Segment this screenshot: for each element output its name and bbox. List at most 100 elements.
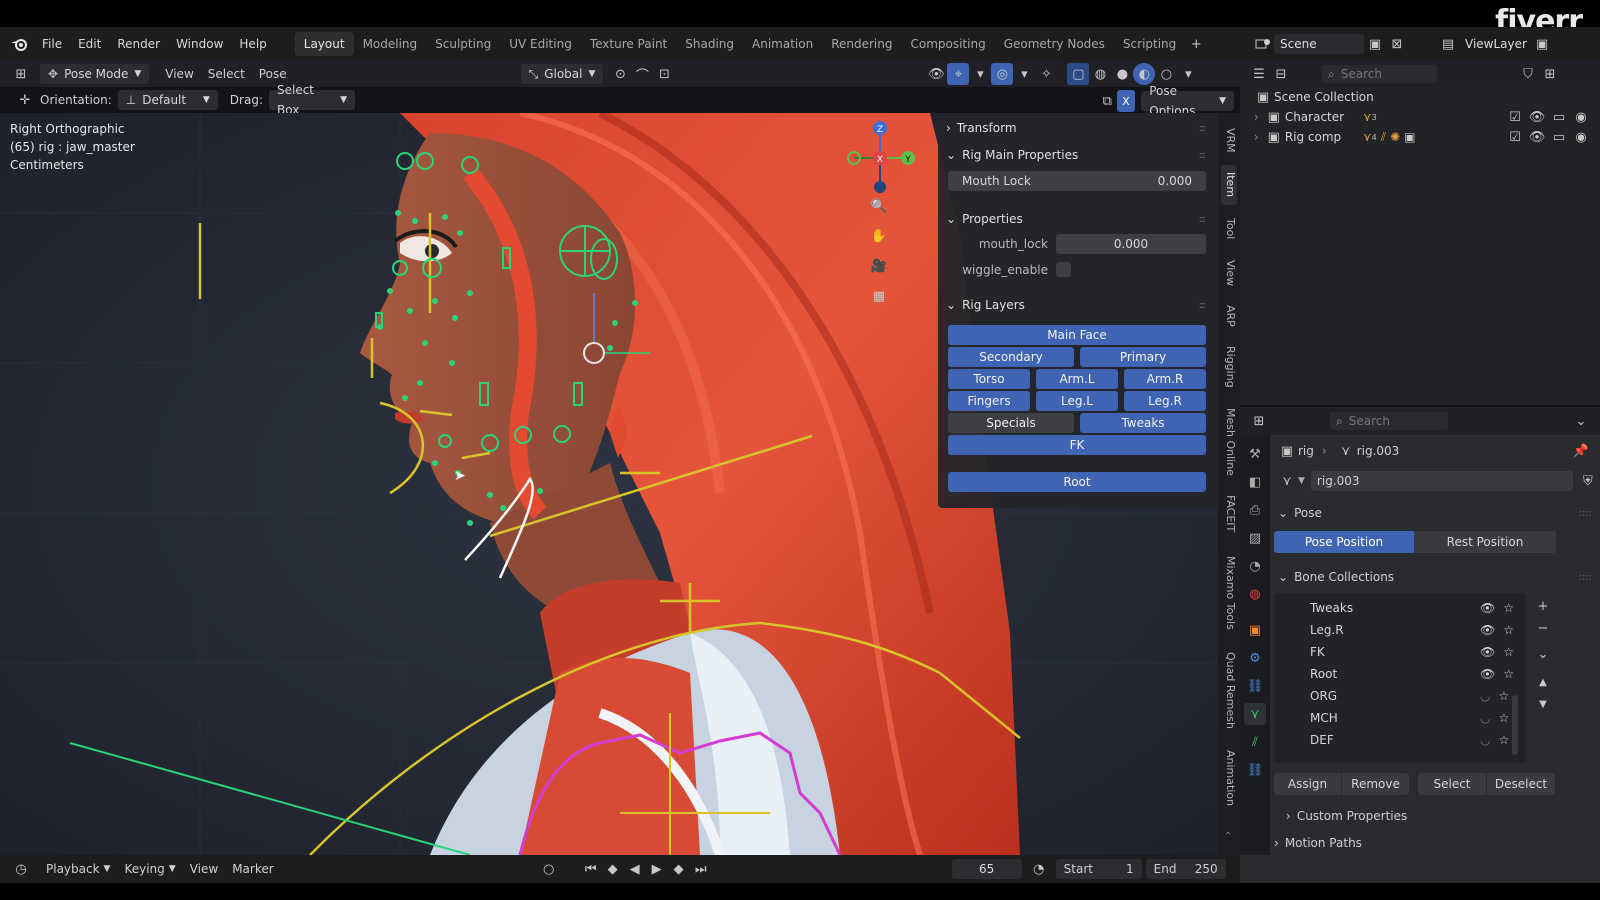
new-scene-icon[interactable]: ▣ xyxy=(1364,33,1386,55)
tab-texture-paint[interactable]: Texture Paint xyxy=(581,32,676,56)
pan-hand-icon[interactable]: ✋ xyxy=(868,225,890,247)
tab-animation[interactable]: Animation xyxy=(743,32,822,56)
display-mode-icon[interactable]: ⊟ xyxy=(1270,63,1292,85)
drag-grip-icon[interactable]: :::: xyxy=(1199,150,1207,161)
layer-leg-r-button[interactable]: Leg.R xyxy=(1124,391,1206,411)
star-icon[interactable]: ☆ xyxy=(1503,623,1514,637)
rest-position-button[interactable]: Rest Position xyxy=(1414,531,1556,553)
overlay-toggle-icon[interactable]: ◎ xyxy=(991,63,1014,85)
layer-main-face-button[interactable]: Main Face xyxy=(948,325,1206,345)
pin-icon[interactable]: 📌 xyxy=(1570,440,1592,462)
timeline-editor-icon[interactable]: ◷ xyxy=(10,858,32,880)
select-button[interactable]: Select xyxy=(1418,773,1486,795)
remove-icon[interactable]: − xyxy=(1532,617,1554,639)
visibility-icon[interactable]: 👁 xyxy=(925,63,947,85)
object-tab-icon[interactable]: ▣ xyxy=(1244,619,1266,641)
properties-editor-icon[interactable]: ⊞ xyxy=(1248,410,1270,432)
menu-playback[interactable]: Playback ▼ xyxy=(46,862,110,876)
armature-data-tab-icon[interactable]: ⋎ xyxy=(1244,703,1266,725)
remove-button[interactable]: Remove xyxy=(1342,773,1409,795)
properties-header[interactable]: ⌄ Properties :::: xyxy=(946,207,1210,231)
new-collection-icon[interactable]: ⊞ xyxy=(1539,63,1561,85)
list-item[interactable]: FK 👁 ☆ xyxy=(1310,645,1530,659)
list-scrollbar[interactable] xyxy=(1512,695,1518,755)
drag-grip-icon[interactable]: :::: xyxy=(1199,123,1207,134)
tab-sculpting[interactable]: Sculpting xyxy=(426,32,500,56)
list-item[interactable]: Tweaks 👁 ☆ xyxy=(1310,601,1530,615)
drag-grip-icon[interactable]: :::: xyxy=(1199,214,1207,225)
add-icon[interactable]: + xyxy=(1532,595,1554,617)
checkbox-icon[interactable]: ☑ xyxy=(1504,106,1526,128)
blender-logo-icon[interactable] xyxy=(8,33,30,55)
bone-overlay-icon[interactable]: ✧ xyxy=(1035,63,1057,85)
xray-icon[interactable]: ▢ xyxy=(1067,63,1090,85)
next-keyframe-icon[interactable]: ◆ xyxy=(668,858,690,880)
list-item[interactable]: Leg.R 👁 ☆ xyxy=(1310,623,1530,637)
menu-render[interactable]: Render xyxy=(109,27,168,61)
filter-icon[interactable]: ⛉ xyxy=(1517,63,1539,85)
mouth-lock-slider[interactable]: Mouth Lock 0.000 xyxy=(948,171,1206,191)
editor-type-icon[interactable]: ⊞ xyxy=(10,63,32,85)
bone-tab-icon[interactable]: ⫽ xyxy=(1244,731,1266,753)
scene-collection-row[interactable]: ▣ Scene Collection xyxy=(1240,87,1600,107)
bone-collections-header[interactable]: ⌄ Bone Collections :::: xyxy=(1270,565,1600,589)
tab-vrm[interactable]: VRM xyxy=(1221,121,1237,159)
armature-icon[interactable]: ⋎ xyxy=(1276,470,1298,492)
new-viewlayer-icon[interactable]: ▣ xyxy=(1531,33,1553,55)
output-tab-icon[interactable]: ⎙ xyxy=(1244,499,1266,521)
star-icon[interactable]: ☆ xyxy=(1503,645,1514,659)
tab-rigging[interactable]: Rigging xyxy=(1221,341,1237,393)
list-item[interactable]: MCH ◡ ☆ xyxy=(1310,711,1530,725)
deselect-button[interactable]: Deselect xyxy=(1487,773,1555,795)
eye-icon[interactable]: 👁 xyxy=(1480,623,1495,637)
transform-panel-header[interactable]: › Transform :::: xyxy=(946,116,1210,140)
eye-closed-icon[interactable]: ◡ xyxy=(1480,733,1490,747)
star-icon[interactable]: ☆ xyxy=(1503,601,1514,615)
star-icon[interactable]: ☆ xyxy=(1498,733,1509,747)
tab-animation-sidebar[interactable]: Animation xyxy=(1221,743,1237,813)
layer-torso-button[interactable]: Torso xyxy=(948,369,1030,389)
move-up-icon[interactable]: ▲ xyxy=(1532,671,1554,693)
outliner-editor-icon[interactable]: ☰ xyxy=(1248,63,1270,85)
pivot-point-icon[interactable]: ⊙ xyxy=(609,63,631,85)
end-frame-field[interactable]: End 250 xyxy=(1145,859,1226,879)
pose-panel-header[interactable]: ⌄ Pose :::: xyxy=(1270,501,1600,525)
record-icon[interactable]: ○ xyxy=(538,858,560,880)
pose-options-dropdown[interactable]: Pose Options ▼ xyxy=(1141,84,1234,118)
tab-layout[interactable]: Layout xyxy=(294,32,354,56)
eye-icon[interactable]: 👁 xyxy=(1480,601,1495,615)
clock-icon[interactable]: ◔ xyxy=(1028,858,1050,880)
menu-edit[interactable]: Edit xyxy=(70,27,109,61)
layer-specials-button[interactable]: Specials xyxy=(948,413,1074,433)
gizmo-dropdown-icon[interactable]: ▾ xyxy=(969,63,991,85)
motion-paths-header[interactable]: › Motion Paths xyxy=(1274,832,1362,854)
list-item[interactable]: ORG ◡ ☆ xyxy=(1310,689,1530,703)
bone-constraint-tab-icon[interactable]: ⛓ xyxy=(1244,759,1266,781)
tab-modeling[interactable]: Modeling xyxy=(354,32,427,56)
viewlayer-selector[interactable]: ▤ ViewLayer ▣ xyxy=(1437,32,1553,56)
menu-select[interactable]: Select xyxy=(208,67,245,81)
outliner-item-rig-comp[interactable]: › ▣ Rig comp ⋎ 4 ⫽ ✺ ▣ ☑ 👁 ▭ ◉ xyxy=(1240,127,1600,147)
eye-icon[interactable]: 👁 xyxy=(1480,667,1495,681)
gizmo-toggle-icon[interactable]: ⌖ xyxy=(947,63,970,85)
drag-grip-icon[interactable]: :::: xyxy=(1199,300,1207,311)
snap-icon[interactable]: ⌒ xyxy=(631,63,653,85)
drag-grip-icon[interactable]: :::: xyxy=(1579,572,1592,583)
pose-position-button[interactable]: Pose Position xyxy=(1274,531,1414,553)
prev-keyframe-icon[interactable]: ◆ xyxy=(602,858,624,880)
star-icon[interactable]: ☆ xyxy=(1503,667,1514,681)
layer-fingers-button[interactable]: Fingers xyxy=(948,391,1030,411)
world-tab-icon[interactable]: ◍ xyxy=(1244,583,1266,605)
start-frame-field[interactable]: Start 1 xyxy=(1055,859,1142,879)
list-item[interactable]: DEF ◡ ☆ xyxy=(1310,733,1530,747)
tab-scripting[interactable]: Scripting xyxy=(1114,32,1185,56)
eye-closed-icon[interactable]: ◡ xyxy=(1480,711,1490,725)
checkbox-icon[interactable]: ☑ xyxy=(1504,126,1526,148)
tab-rendering[interactable]: Rendering xyxy=(822,32,901,56)
shading-solid-icon[interactable]: ● xyxy=(1111,63,1133,85)
menu-window[interactable]: Window xyxy=(168,27,231,61)
menu-pose[interactable]: Pose xyxy=(259,67,287,81)
tab-shading[interactable]: Shading xyxy=(676,32,743,56)
scene-tab-icon[interactable]: ◔ xyxy=(1244,555,1266,577)
render-tab-icon[interactable]: ◧ xyxy=(1244,471,1266,493)
